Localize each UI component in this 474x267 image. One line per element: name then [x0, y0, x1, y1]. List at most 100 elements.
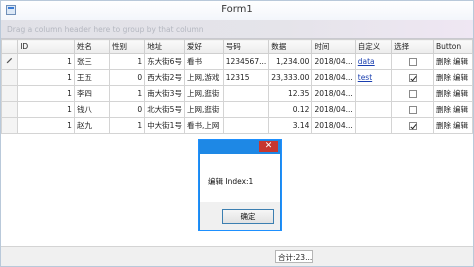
message-dialog: ✕ 编辑 Index:1 确定 — [198, 139, 282, 231]
delete-button[interactable]: 删除 — [436, 105, 451, 114]
select-checkbox[interactable] — [408, 74, 417, 82]
cell-name[interactable]: 赵九 — [73, 117, 111, 134]
cell-gender[interactable]: 0 — [109, 69, 146, 86]
column-header-time[interactable]: 时间 — [311, 39, 356, 54]
cell-select[interactable] — [391, 101, 434, 118]
window-title: Form1 — [221, 4, 253, 15]
cell-buttons: 删除 编辑 — [433, 53, 473, 70]
column-header-amount[interactable]: 数据 — [268, 39, 313, 54]
cell-address[interactable]: 西大街2号 — [144, 69, 185, 86]
column-header-phone[interactable]: 号码 — [222, 39, 270, 54]
cell-time[interactable]: 2018/04... — [311, 101, 356, 118]
edit-button[interactable]: 编辑 — [453, 57, 468, 66]
cell-name[interactable]: 李四 — [73, 85, 111, 102]
select-checkbox[interactable] — [408, 106, 417, 114]
row-indicator[interactable] — [1, 117, 19, 134]
select-checkbox[interactable] — [408, 90, 417, 98]
cell-hobby[interactable]: 上网,逛街 — [183, 85, 224, 102]
cell-custom[interactable] — [354, 85, 393, 102]
cell-time[interactable]: 2018/04... — [311, 85, 356, 102]
cell-phone[interactable] — [222, 101, 270, 118]
delete-button[interactable]: 删除 — [436, 57, 451, 66]
cell-custom[interactable] — [354, 117, 393, 134]
cell-custom[interactable]: test — [354, 69, 393, 86]
cell-gender[interactable]: 1 — [109, 85, 146, 102]
column-header-name[interactable]: 姓名 — [73, 39, 111, 54]
delete-button[interactable]: 删除 — [436, 89, 451, 98]
cell-custom[interactable]: data — [354, 53, 393, 70]
table-row[interactable]: 1 张三 1 东大街6号 看书 1234567... 1,234.00 2018… — [1, 53, 473, 70]
delete-button[interactable]: 删除 — [436, 73, 451, 82]
cell-phone[interactable]: 1234567... — [222, 53, 270, 70]
cell-address[interactable]: 东大街6号 — [144, 53, 185, 70]
cell-select[interactable] — [391, 53, 434, 70]
select-checkbox[interactable] — [408, 58, 417, 66]
cell-id[interactable]: 1 — [17, 69, 75, 86]
cell-id[interactable]: 1 — [17, 101, 75, 118]
close-icon[interactable]: ✕ — [259, 141, 278, 152]
cell-name[interactable]: 王五 — [73, 69, 111, 86]
column-header-gender[interactable]: 性别 — [109, 39, 146, 54]
cell-id[interactable]: 1 — [17, 117, 75, 134]
delete-button[interactable]: 删除 — [436, 121, 451, 130]
cell-amount[interactable]: 12.35 — [268, 85, 313, 102]
column-header-hobby[interactable]: 爱好 — [183, 39, 224, 54]
cell-address[interactable]: 北大街5号 — [144, 101, 185, 118]
dialog-body: 编辑 Index:1 — [200, 154, 280, 202]
row-indicator[interactable] — [1, 101, 19, 118]
cell-phone[interactable] — [222, 117, 270, 134]
cell-buttons: 删除 编辑 — [433, 117, 473, 134]
cell-custom[interactable] — [354, 101, 393, 118]
cell-name[interactable]: 钱八 — [73, 101, 111, 118]
cell-amount[interactable]: 1,234.00 — [268, 53, 313, 70]
cell-hobby[interactable]: 上网,逛街 — [183, 101, 224, 118]
cell-phone[interactable] — [222, 85, 270, 102]
row-indicator[interactable] — [1, 69, 19, 86]
custom-link[interactable]: test — [358, 73, 372, 82]
cell-buttons: 删除 编辑 — [433, 69, 473, 86]
table-row[interactable]: 1 王五 0 西大街2号 上网,游戏 12315 23,333.00 2018/… — [1, 69, 473, 86]
cell-name[interactable]: 张三 — [73, 53, 111, 70]
cell-address[interactable]: 中大街1号 — [144, 117, 185, 134]
cell-select[interactable] — [391, 85, 434, 102]
cell-amount[interactable]: 3.14 — [268, 117, 313, 134]
row-indicator[interactable] — [1, 53, 19, 70]
cell-hobby[interactable]: 看书 — [183, 53, 224, 70]
cell-gender[interactable]: 1 — [109, 53, 146, 70]
cell-time[interactable]: 2018/04... — [311, 53, 356, 70]
table-row[interactable]: 1 钱八 0 北大街5号 上网,逛街 0.12 2018/04... 删除 编辑 — [1, 101, 473, 118]
cell-amount[interactable]: 23,333.00 — [268, 69, 313, 86]
table-row[interactable]: 1 赵九 1 中大街1号 看书,上网 3.14 2018/04... 删除 编辑 — [1, 117, 473, 134]
column-header-button[interactable]: Button — [433, 39, 473, 54]
cell-hobby[interactable]: 上网,游戏 — [183, 69, 224, 86]
column-header-id[interactable]: ID — [17, 39, 75, 54]
cell-amount[interactable]: 0.12 — [268, 101, 313, 118]
column-header-select[interactable]: 选择 — [391, 39, 434, 54]
table-row[interactable]: 1 李四 1 南大街3号 上网,逛街 12.35 2018/04... 删除 编辑 — [1, 85, 473, 102]
edit-button[interactable]: 编辑 — [453, 121, 468, 130]
column-header-address[interactable]: 地址 — [144, 39, 185, 54]
edit-button[interactable]: 编辑 — [453, 89, 468, 98]
edit-button[interactable]: 编辑 — [453, 73, 468, 82]
cell-select[interactable] — [391, 117, 434, 134]
cell-gender[interactable]: 0 — [109, 101, 146, 118]
cell-gender[interactable]: 1 — [109, 117, 146, 134]
custom-link[interactable]: data — [358, 57, 375, 66]
cell-hobby[interactable]: 看书,上网 — [183, 117, 224, 134]
select-checkbox[interactable] — [408, 122, 417, 130]
cell-buttons: 删除 编辑 — [433, 85, 473, 102]
cell-id[interactable]: 1 — [17, 53, 75, 70]
cell-time[interactable]: 2018/04... — [311, 69, 356, 86]
cell-address[interactable]: 南大街3号 — [144, 85, 185, 102]
group-panel[interactable]: Drag a column header here to group by th… — [1, 20, 473, 39]
cell-phone[interactable]: 12315 — [222, 69, 270, 86]
cell-id[interactable]: 1 — [17, 85, 75, 102]
ok-button[interactable]: 确定 — [222, 209, 274, 224]
column-header-custom[interactable]: 自定义 — [354, 39, 393, 54]
cell-select[interactable] — [391, 69, 434, 86]
footer-bar: 合计:23... — [1, 246, 473, 266]
row-indicator[interactable] — [1, 85, 19, 102]
group-hint: Drag a column header here to group by th… — [7, 25, 204, 34]
edit-button[interactable]: 编辑 — [453, 105, 468, 114]
cell-time[interactable]: 2018/04... — [311, 117, 356, 134]
